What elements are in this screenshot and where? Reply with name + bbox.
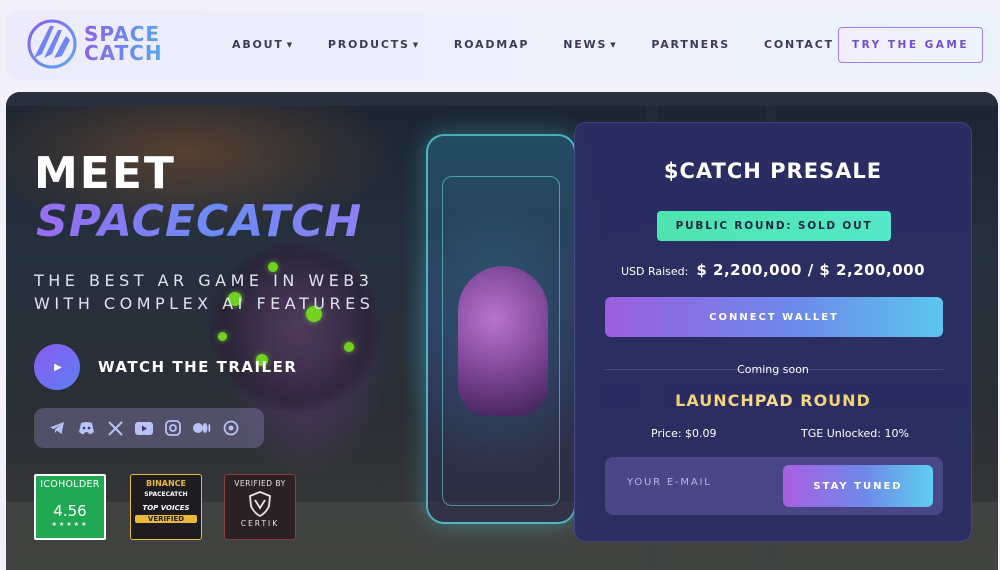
icoholder-stars: ★★★★★: [51, 521, 89, 528]
usd-raised-value: $ 2,200,000 / $ 2,200,000: [696, 261, 926, 279]
hero-subtitle-line-2: WITH COMPLEX AI FEATURES: [34, 294, 375, 313]
medium-icon[interactable]: [193, 419, 211, 437]
watch-trailer-link[interactable]: WATCH THE TRAILER: [98, 358, 297, 376]
main-menu: ABOUT ▼ PRODUCTS ▼ ROADMAP NEWS ▼ PARTNE…: [232, 38, 868, 51]
shield-icon: [249, 491, 271, 517]
telegram-icon[interactable]: [48, 419, 66, 437]
background-beam: [6, 92, 998, 106]
menu-item-news[interactable]: NEWS ▼: [563, 38, 617, 51]
spacecatch-logo-icon: [27, 19, 77, 69]
caret-down-icon: ▼: [286, 40, 294, 49]
menu-item-label: CONTACT: [763, 38, 834, 51]
presale-title: $CATCH PRESALE: [663, 159, 883, 183]
youtube-icon[interactable]: [135, 419, 153, 437]
hero-title-meet: MEET: [34, 148, 176, 199]
caret-down-icon: ▼: [412, 40, 420, 49]
usd-raised-label: USD Raised:: [620, 265, 689, 278]
round-status-badge: PUBLIC ROUND: SOLD OUT: [657, 211, 891, 241]
binance-brand: BINANCE: [146, 479, 186, 488]
hero-subtitle: THE BEST AR GAME IN WEB3 WITH COMPLEX AI…: [34, 269, 414, 315]
binance-status: VERIFIED: [135, 515, 197, 523]
icoholder-name: ICOHOLDER: [40, 479, 100, 490]
linktree-icon[interactable]: [222, 419, 240, 437]
launchpad-round-title: LAUNCHPAD ROUND: [575, 391, 971, 410]
monster-spot: [344, 342, 354, 352]
stay-tuned-button[interactable]: STAY TUNED: [783, 465, 933, 507]
monster-illustration: [206, 242, 386, 412]
hero-section: MEET SPACECATCH THE BEST AR GAME IN WEB3…: [6, 92, 998, 570]
coming-soon-label: Coming soon: [737, 363, 809, 376]
menu-item-partners[interactable]: PARTNERS: [651, 38, 730, 51]
menu-item-label: ROADMAP: [453, 38, 530, 51]
tge-unlocked-text: TGE Unlocked: 10%: [801, 427, 909, 440]
ar-phone-illustration: [426, 134, 576, 524]
play-icon: ▶: [54, 361, 62, 373]
logo-wordmark: SPACE CATCH: [84, 24, 163, 65]
top-navbar: SPACE CATCH ABOUT ▼ PRODUCTS ▼ ROADMAP N…: [6, 10, 998, 80]
binance-tag: TOP VOICES: [142, 504, 190, 512]
usd-raised-row: USD Raised: $ 2,200,000 / $ 2,200,000: [575, 261, 971, 279]
ar-creature-illustration: [458, 266, 548, 416]
certik-name: CERTIK: [240, 519, 280, 528]
menu-item-contact[interactable]: CONTACT: [764, 38, 834, 51]
certik-verified-badge[interactable]: VERIFIED BY CERTIK: [224, 474, 296, 540]
menu-item-label: ABOUT: [232, 38, 284, 51]
try-the-game-button[interactable]: TRY THE GAME: [838, 27, 983, 63]
newsletter-form: STAY TUNED: [605, 457, 943, 515]
social-links-bar: [34, 408, 264, 448]
menu-item-label: NEWS: [563, 38, 608, 51]
certik-top-text: VERIFIED BY: [234, 479, 286, 488]
menu-item-about[interactable]: ABOUT ▼: [232, 38, 294, 51]
logo[interactable]: SPACE CATCH: [24, 18, 163, 70]
menu-item-label: PRODUCTS: [327, 38, 410, 51]
discord-icon[interactable]: [77, 419, 95, 437]
icoholder-rating: 4.56: [53, 502, 87, 520]
menu-item-roadmap[interactable]: ROADMAP: [454, 38, 529, 51]
menu-item-products[interactable]: PRODUCTS ▼: [328, 38, 420, 51]
price-text: Price: $0.09: [651, 427, 717, 440]
hero-title-spacecatch: SPACECATCH: [36, 196, 363, 247]
binance-project: SPACECATCH: [144, 491, 188, 498]
monster-spot: [218, 332, 227, 341]
logo-line-2: CATCH: [84, 41, 163, 65]
caret-down-icon: ▼: [610, 40, 618, 49]
icoholder-rating-badge[interactable]: ICOHOLDER 4.56 ★★★★★: [34, 474, 106, 540]
menu-item-label: PARTNERS: [651, 38, 730, 51]
connect-wallet-button[interactable]: CONNECT WALLET: [605, 297, 943, 337]
binance-verified-badge[interactable]: BINANCE SPACECATCH TOP VOICES VERIFIED: [130, 474, 202, 540]
email-input[interactable]: [627, 477, 777, 488]
hero-subtitle-line-1: THE BEST AR GAME IN WEB3: [34, 271, 374, 290]
x-icon[interactable]: [106, 419, 124, 437]
play-trailer-button[interactable]: ▶: [34, 344, 80, 390]
presale-card: $CATCH PRESALE PUBLIC ROUND: SOLD OUT US…: [574, 122, 972, 542]
instagram-icon[interactable]: [164, 419, 182, 437]
